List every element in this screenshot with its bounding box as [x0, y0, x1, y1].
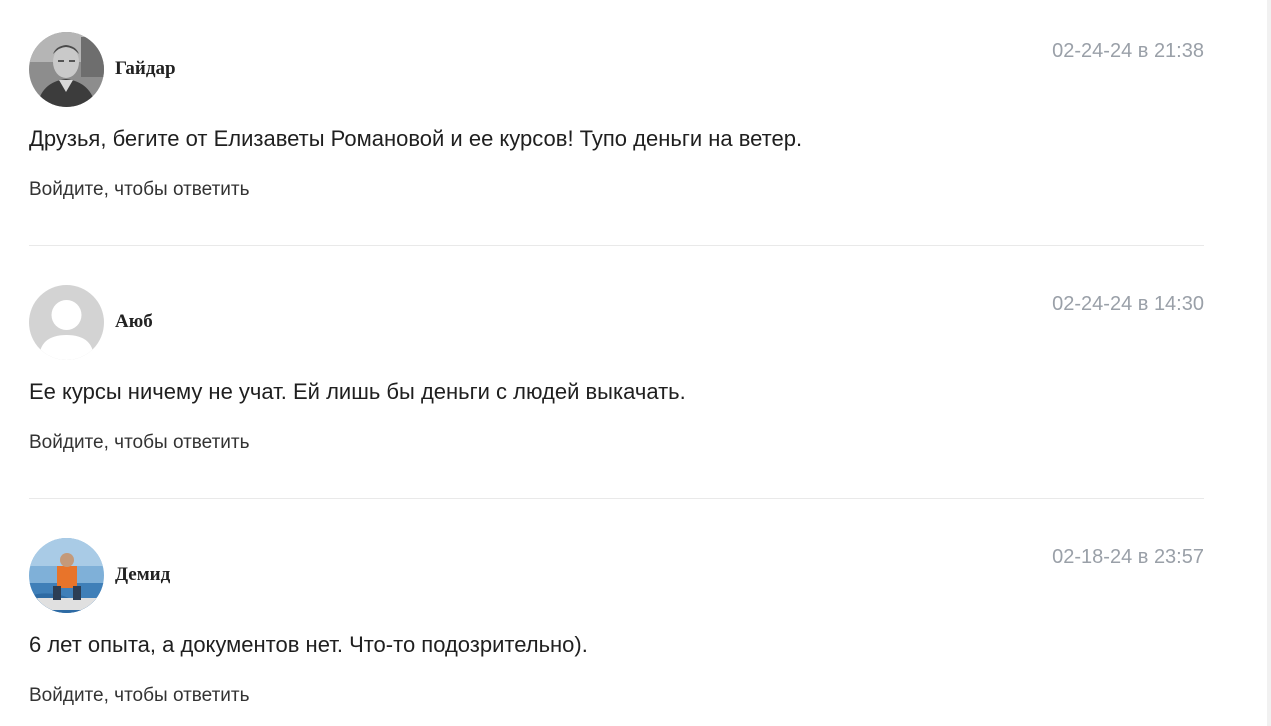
comment-header: Демид 02-18-24 в 23:57	[29, 538, 1204, 614]
comment-text: Друзья, бегите от Елизаветы Романовой и …	[29, 126, 803, 151]
avatar[interactable]	[29, 538, 104, 613]
default-user-avatar-icon	[29, 285, 104, 360]
comment-item: Демид 02-18-24 в 23:57 6 лет опыта, а до…	[29, 506, 1204, 726]
comment-header: Гайдар 02-24-24 в 21:38	[29, 32, 1204, 108]
comment-timestamp: 02-24-24 в 14:30	[1052, 293, 1204, 315]
comment-author: Демид	[115, 564, 171, 585]
comment-item: Гайдар 02-24-24 в 21:38 Друзья, бегите о…	[29, 0, 1204, 253]
comment-item: Аюб 02-24-24 в 14:30 Ее курсы ничему не …	[29, 253, 1204, 506]
comment-header: Аюб 02-24-24 в 14:30	[29, 285, 1204, 361]
avatar[interactable]	[29, 285, 104, 360]
reply-login-link[interactable]: Войдите, чтобы ответить	[29, 431, 250, 455]
avatar[interactable]	[29, 32, 104, 107]
user-photo-avatar-icon	[29, 538, 104, 613]
user-photo-avatar-icon	[29, 32, 104, 107]
comment-text: 6 лет опыта, а документов нет. Что-то по…	[29, 632, 588, 657]
comment-timestamp: 02-18-24 в 23:57	[1052, 546, 1204, 568]
page-right-border	[1267, 0, 1271, 726]
comment-timestamp: 02-24-24 в 21:38	[1052, 40, 1204, 62]
comment-divider	[29, 498, 1204, 499]
comments-list: Гайдар 02-24-24 в 21:38 Друзья, бегите о…	[29, 0, 1204, 726]
comment-text: Ее курсы ничему не учат. Ей лишь бы день…	[29, 379, 686, 404]
reply-login-link[interactable]: Войдите, чтобы ответить	[29, 684, 250, 708]
reply-login-link[interactable]: Войдите, чтобы ответить	[29, 178, 250, 202]
comment-author: Аюб	[115, 311, 153, 332]
comment-author: Гайдар	[115, 58, 176, 79]
comment-divider	[29, 245, 1204, 246]
